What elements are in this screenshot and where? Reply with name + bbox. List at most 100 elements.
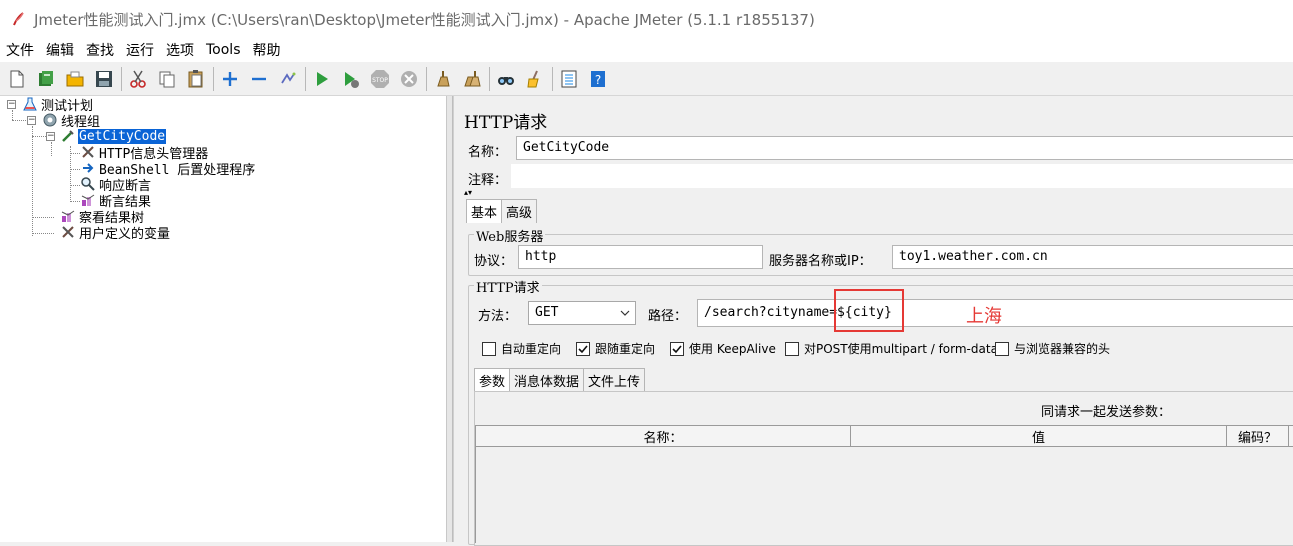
save-icon: [96, 70, 112, 87]
menu-tools[interactable]: Tools: [204, 42, 243, 58]
help-button[interactable]: ?: [585, 66, 611, 92]
tab-body-data[interactable]: 消息体数据: [509, 368, 585, 392]
stop-button[interactable]: STOP: [367, 66, 393, 92]
toolbar-separator: [552, 66, 553, 91]
toggle-icon: [281, 72, 296, 83]
jmeter-feather-icon: [13, 12, 24, 26]
menu-run[interactable]: 运行: [124, 40, 156, 60]
comment-field[interactable]: [511, 164, 1293, 188]
parameters-table-header: 名称： 值 编码？: [475, 425, 1293, 447]
protocol-field[interactable]: http: [518, 245, 763, 269]
new-icon: [10, 70, 24, 87]
server-field[interactable]: toy1.weather.com.cn: [892, 245, 1293, 269]
tab-file-upload[interactable]: 文件上传: [583, 368, 646, 392]
toolbar-separator: [489, 66, 490, 91]
menu-options[interactable]: 选项: [164, 40, 196, 60]
menu-help[interactable]: 帮助: [251, 40, 283, 60]
parameters-table-body[interactable]: [475, 447, 1293, 543]
tree-connector: [70, 146, 71, 202]
search-button[interactable]: [493, 66, 519, 92]
column-header-value[interactable]: 值: [851, 426, 1227, 446]
name-field[interactable]: GetCityCode: [516, 136, 1293, 160]
search-icon: [498, 76, 514, 85]
tree-node-thread-group[interactable]: 线程组: [42, 112, 101, 130]
tools-icon: [62, 226, 74, 238]
collapse-toggle-icon[interactable]: −: [46, 132, 55, 141]
annotation-text: 上海: [966, 306, 1002, 327]
checkbox-box: [482, 341, 496, 356]
new-button[interactable]: [4, 66, 30, 92]
tree-connector: [12, 120, 28, 121]
method-select[interactable]: GET: [528, 301, 636, 325]
paste-icon: [188, 69, 203, 87]
collapse-toggle-icon[interactable]: −: [7, 100, 16, 109]
tree-connector: [12, 110, 13, 120]
menu-bar: 文件 编辑 查找 运行 选项 Tools 帮助: [0, 38, 1293, 62]
multipart-checkbox[interactable]: 对POST使用multipart / form-data: [785, 340, 998, 357]
window-title: Jmeter性能测试入门.jmx (C:\Users\ran\Desktop\J…: [34, 10, 815, 29]
start-no-pause-icon: [345, 71, 359, 88]
tree-node-user-vars[interactable]: 用户定义的变量: [60, 224, 171, 242]
panel-title: HTTP请求: [464, 113, 548, 133]
menu-search[interactable]: 查找: [84, 40, 116, 60]
tree-connector: [70, 201, 80, 202]
flask-icon: [23, 97, 37, 111]
parameters-caption: 同请求一起发送参数：: [1041, 405, 1172, 420]
gear-icon: [43, 113, 57, 127]
start-button[interactable]: [309, 66, 335, 92]
cut-icon: [130, 70, 146, 88]
config-tabs: 基本 高级: [466, 199, 538, 223]
toolbar-separator: [121, 66, 122, 91]
browser-headers-checkbox[interactable]: 与浏览器兼容的头: [995, 340, 1110, 357]
shutdown-icon: [401, 70, 417, 87]
highlight-rectangle: [834, 289, 904, 332]
column-header-name[interactable]: 名称：: [476, 426, 851, 446]
cut-button[interactable]: [125, 66, 151, 92]
toggle-button[interactable]: [275, 66, 301, 92]
templates-button[interactable]: [33, 66, 59, 92]
shutdown-button[interactable]: [396, 66, 422, 92]
auto-redirect-checkbox[interactable]: 自动重定向: [482, 340, 561, 357]
tree-connector: [70, 169, 80, 170]
toolbar-separator: [305, 66, 306, 91]
tree-connector: [32, 233, 54, 234]
menu-file[interactable]: 文件: [4, 40, 36, 60]
menu-edit[interactable]: 编辑: [44, 40, 76, 60]
expand-button[interactable]: [217, 66, 243, 92]
http-request-group-title: HTTP请求: [474, 277, 542, 296]
reset-search-icon: [527, 70, 539, 87]
clear-button[interactable]: [430, 66, 456, 92]
protocol-label: 协议：: [474, 254, 514, 269]
toolbar: STOP ?: [0, 62, 1293, 96]
keepalive-checkbox[interactable]: 使用 KeepAlive: [670, 340, 776, 357]
function-helper-button[interactable]: [556, 66, 582, 92]
arrow-icon: [83, 163, 94, 173]
name-label: 名称：: [468, 145, 508, 160]
column-header-encode[interactable]: 编码？: [1227, 426, 1289, 446]
splitter-arrows-icon[interactable]: ▴▾: [464, 189, 472, 197]
tab-basic[interactable]: 基本: [466, 199, 503, 223]
test-plan-tree: − 测试计划 − 线程组 − GetCityCode HTTP信息头管理器 Be…: [0, 96, 447, 542]
toolbar-separator: [426, 66, 427, 91]
copy-button[interactable]: [154, 66, 180, 92]
checkmark-icon: [578, 344, 588, 353]
follow-redirect-checkbox[interactable]: 跟随重定向: [576, 340, 655, 357]
tab-advanced[interactable]: 高级: [501, 199, 538, 223]
collapse-button[interactable]: [246, 66, 272, 92]
reset-search-button[interactable]: [522, 66, 548, 92]
paste-button[interactable]: [183, 66, 209, 92]
comment-label: 注释：: [468, 173, 508, 188]
collapse-toggle-icon[interactable]: −: [27, 116, 36, 125]
tab-parameters[interactable]: 参数: [474, 368, 511, 392]
open-button[interactable]: [62, 66, 88, 92]
svg-text:STOP: STOP: [372, 77, 388, 84]
svg-text:?: ?: [595, 73, 601, 87]
magnifier-icon: [81, 177, 95, 191]
save-button[interactable]: [91, 66, 117, 92]
copy-icon: [159, 71, 175, 87]
clear-all-button[interactable]: [459, 66, 485, 92]
start-no-pause-button[interactable]: [338, 66, 364, 92]
tree-connector: [32, 136, 46, 137]
pipette-icon: [62, 130, 74, 142]
open-icon: [66, 71, 84, 86]
